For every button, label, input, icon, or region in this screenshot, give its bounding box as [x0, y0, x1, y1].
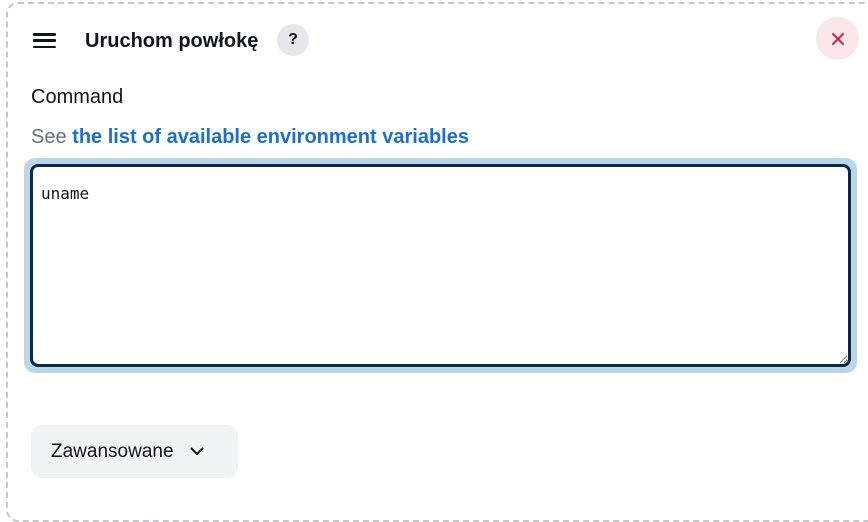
close-button[interactable]: [816, 17, 859, 60]
close-icon: [831, 32, 844, 45]
step-title: Uruchom powłokę: [85, 30, 259, 52]
command-focus-ring: uname: [24, 158, 857, 373]
command-label: Command: [31, 86, 124, 108]
command-textarea[interactable]: uname: [30, 164, 851, 367]
chevron-down-icon: [190, 447, 204, 455]
env-variables-link[interactable]: the list of available environment variab…: [72, 126, 469, 148]
help-button[interactable]: ?: [277, 24, 309, 56]
advanced-button[interactable]: Zawansowane: [31, 425, 238, 478]
advanced-label: Zawansowane: [51, 440, 174, 462]
command-description: See the list of available environment va…: [31, 124, 469, 150]
drag-handle-icon[interactable]: [33, 33, 56, 48]
description-prefix: See: [31, 126, 73, 148]
